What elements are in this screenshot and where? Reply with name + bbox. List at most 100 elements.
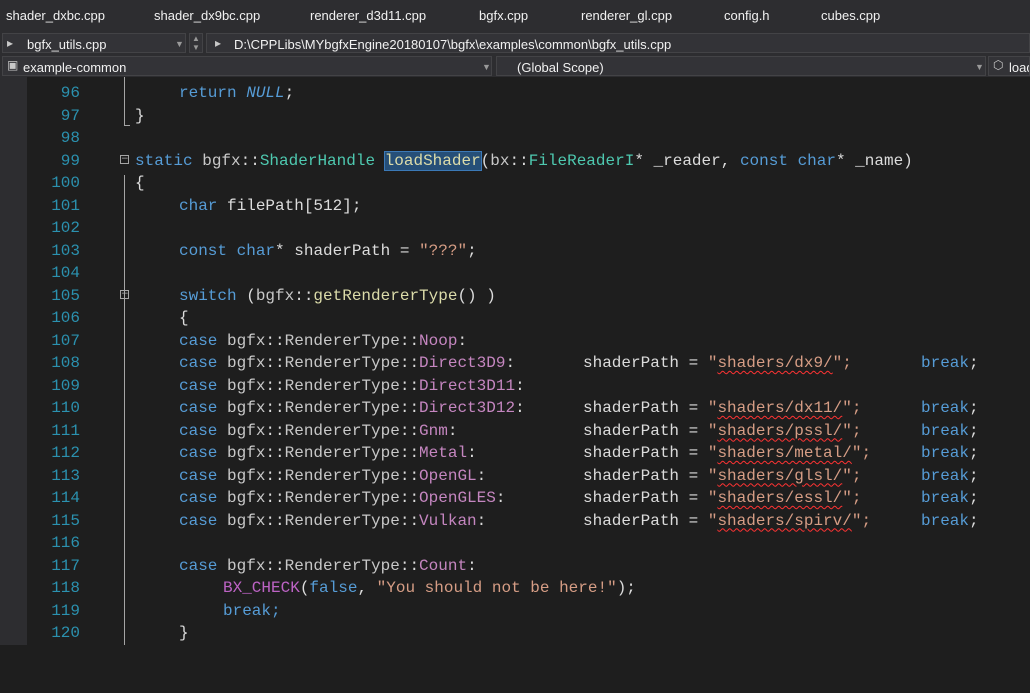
break-statement: break; [921,444,979,462]
file-arrow-icon: ▸ [215,36,222,50]
file-path-field[interactable]: ▸ D:\CPPLibs\MYbgfxEngine20180107\bgfx\e… [206,33,1030,53]
code-editor[interactable]: 96 return NULL; 97 } 98 99 − static bgfx… [0,77,1030,645]
tab-bgfx[interactable]: bgfx.cpp [479,8,528,23]
code-text: const char* shaderPath = "???"; [135,242,477,260]
chevron-down-icon: ▼ [975,62,984,72]
file-path-value: D:\CPPLibs\MYbgfxEngine20180107\bgfx\exa… [234,37,672,52]
tab-config[interactable]: config.h [724,8,770,23]
code-text: { [135,174,145,192]
punct: ( [236,286,256,305]
code-rest: shaderPath = [583,399,708,417]
enum-type: RendererType [284,466,400,485]
keyword: break [921,511,970,530]
project-dropdown[interactable]: ▣ example-common ▼ [2,56,492,76]
file-dropdown[interactable]: ▸ bgfx_utils.cpp ▼ [2,33,186,53]
enum-member: Gnm [419,421,448,440]
code-line-101: 101 char filePath[512]; [0,194,1030,217]
code-rest: shaderPath = [583,421,708,440]
code-text: case bgfx::RendererType::Noop: [135,332,467,350]
keyword: case [179,331,218,350]
assignment: shaderPath = "shaders/metal/"; [583,444,871,462]
punct: :: [509,151,529,170]
string-literal: " [707,466,718,485]
keyword: case [179,489,218,507]
param: * _name) [835,151,913,170]
code-line-100: 100 { [0,171,1030,194]
member-dropdown[interactable]: ⬡ loadS [988,56,1030,76]
tab-renderer-d3d11[interactable]: renderer_d3d11.cpp [310,8,426,23]
keyword: break [921,421,970,440]
line-number: 114 [51,489,80,507]
punct: :: [265,466,285,485]
code-line-104: 104 [0,261,1030,284]
selected-function-name[interactable]: loadShader [383,150,482,171]
keyword: switch [179,286,237,305]
scope-navigation-bar: ▣ example-common ▼ (Global Scope) ▼ ⬡ lo… [0,55,1030,78]
namespace: bgfx [227,444,266,462]
type: ShaderHandle [259,151,376,170]
file-spin-button[interactable]: ▲ ▼ [189,33,203,53]
break-statement: break; [921,399,979,417]
collapse-icon[interactable]: − [120,154,129,164]
punct: : [515,376,525,395]
punct: :: [265,444,285,462]
namespace: bx [490,151,510,170]
code-text: switch (bgfx::getRendererType() ) [135,287,496,305]
project-icon: ▣ [7,58,19,72]
scope-dropdown[interactable]: (Global Scope) ▼ [496,56,986,76]
punct: : [467,444,477,462]
punct: :: [399,556,420,575]
tab-renderer-gl[interactable]: renderer_gl.cpp [581,8,672,23]
chevron-down-icon: ▼ [482,62,491,72]
keyword: char [179,196,218,215]
break-statement: break; [921,512,979,530]
assignment: shaderPath = "shaders/glsl/"; [583,467,861,485]
namespace: bgfx [227,511,266,530]
code-line-114: 114 case bgfx::RendererType::OpenGLES: sha… [0,486,1030,509]
keyword: case [179,421,218,440]
string-literal: shaders/essl/ [717,489,843,507]
keyword: case [179,376,218,395]
break-statement: break; [921,467,979,485]
string-literal: shaders/pssl/ [717,421,843,440]
keyword: case [179,399,218,417]
string-literal: "; [842,421,862,440]
assignment: shaderPath = "shaders/dx9/"; [583,354,852,372]
punct: : [495,489,506,507]
keyword: case [179,511,218,530]
keyword: case [179,444,218,462]
code-text: char filePath[512]; [135,197,361,215]
keyword: const [739,151,788,170]
code-text: case bgfx::RendererType::Metal: [135,444,477,462]
keyword: break [921,399,970,417]
keyword: case [179,556,218,575]
punct: :: [265,376,285,395]
code-line-111: 111 case bgfx::RendererType::Gnm: shaderPa… [0,419,1030,442]
namespace: bgfx [227,489,266,507]
punct: : [467,556,477,575]
line-number: 103 [51,241,80,260]
punct: ; [969,354,979,372]
punct: { [135,174,145,192]
punct: :: [265,556,285,575]
collapse-icon[interactable]: − [120,289,129,299]
punct: () ) [457,286,496,305]
tab-shader-dx9bc[interactable]: shader_dx9bc.cpp [154,8,260,23]
tab-cubes[interactable]: cubes.cpp [821,8,880,23]
line-number: 112 [51,444,80,462]
punct: ; [969,489,979,507]
code-line-120: 120 } [0,621,1030,644]
namespace: bgfx [227,421,266,440]
line-number: 115 [51,511,80,530]
code-line-108: 108 case bgfx::RendererType::Direct3D9: sh… [0,351,1030,374]
namespace: bgfx [227,354,266,372]
keyword: break; [223,601,281,620]
string-literal: "; [851,511,872,530]
namespace: bgfx [255,286,295,305]
enum-member: Direct3D9 [419,354,506,372]
namespace: bgfx [227,466,266,485]
code-line-102: 102 [0,216,1030,239]
code-line-105: 105 − switch (bgfx::getRendererType() ) [0,284,1030,307]
tab-shader-dxbc[interactable]: shader_dxbc.cpp [6,8,105,23]
line-number: 101 [51,196,80,215]
